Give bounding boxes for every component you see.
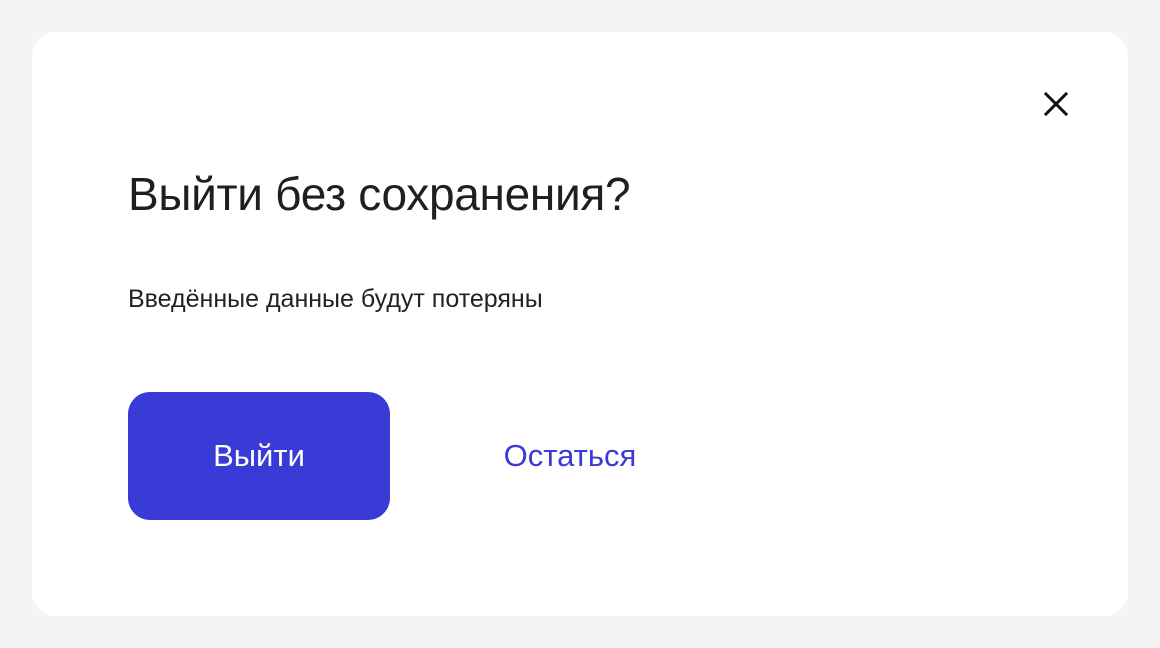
dialog-message: Введённые данные будут потеряны xyxy=(128,285,543,313)
close-button[interactable] xyxy=(1036,84,1076,124)
dialog-title: Выйти без сохранения? xyxy=(128,168,631,220)
close-icon xyxy=(1043,91,1069,117)
confirm-exit-dialog: Выйти без сохранения? Введённые данные б… xyxy=(32,32,1128,616)
stay-button[interactable]: Остаться xyxy=(472,392,668,520)
exit-button[interactable]: Выйти xyxy=(128,392,390,520)
